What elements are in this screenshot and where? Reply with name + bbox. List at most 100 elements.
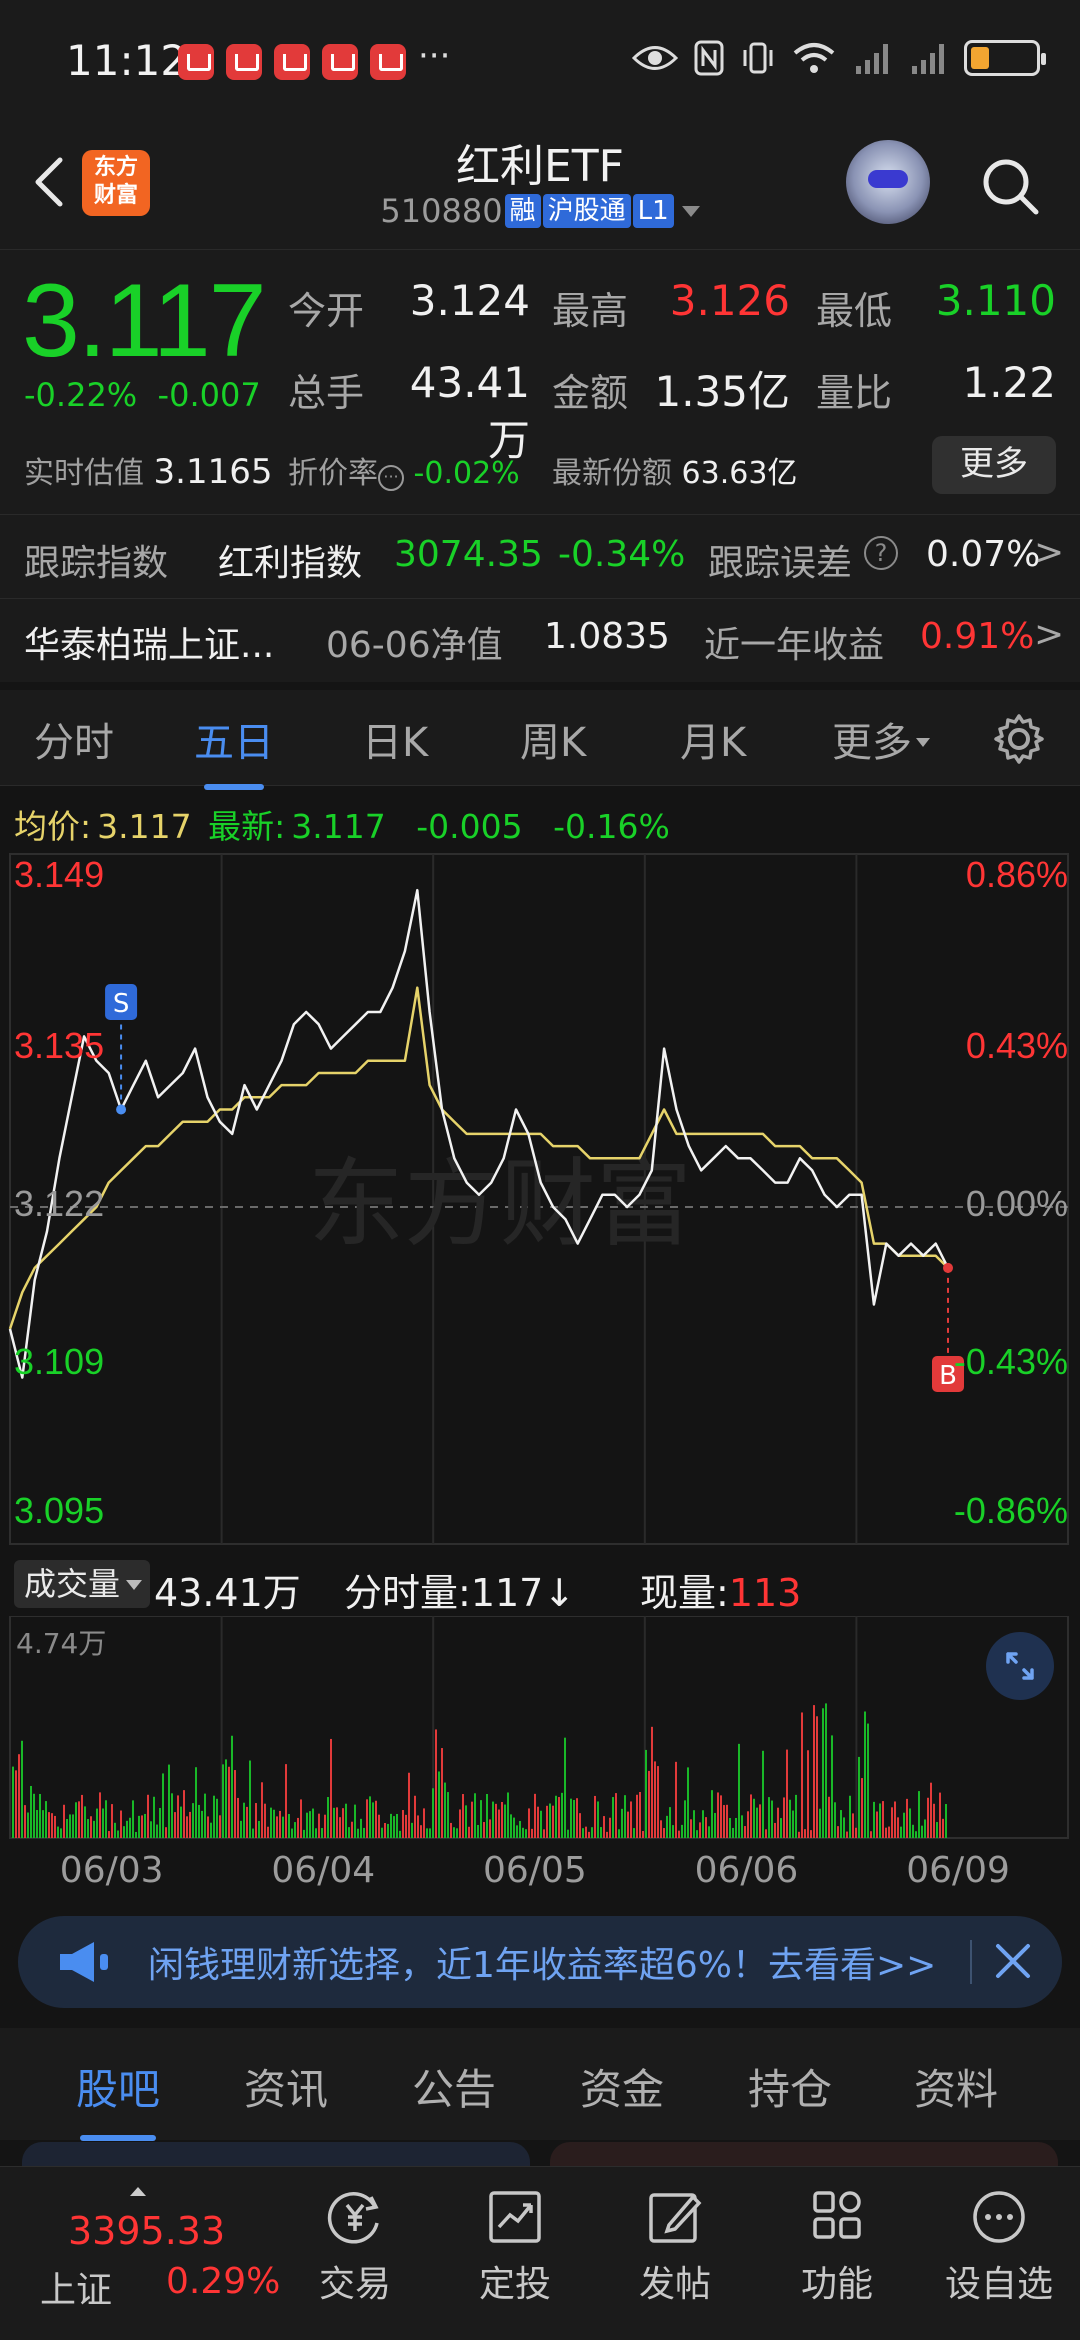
search-icon[interactable] bbox=[978, 154, 1042, 218]
volume-bar bbox=[291, 1828, 293, 1838]
volume-bar bbox=[681, 1824, 683, 1838]
tab-more-periods[interactable]: 更多 bbox=[832, 710, 930, 768]
tab-news[interactable]: 资讯 bbox=[244, 2056, 328, 2117]
volume-bar bbox=[702, 1810, 704, 1838]
volume-bar bbox=[375, 1800, 377, 1838]
invest-plan-button[interactable]: 定投 bbox=[440, 2187, 590, 2307]
volume-bar bbox=[927, 1797, 929, 1838]
volume-bar bbox=[558, 1797, 560, 1838]
tab-profile[interactable]: 资料 bbox=[914, 2056, 998, 2117]
volume-bar bbox=[510, 1814, 512, 1838]
volume-bar bbox=[210, 1822, 212, 1838]
help-icon[interactable]: ? bbox=[864, 536, 898, 570]
volume-chart[interactable] bbox=[0, 1616, 1080, 1840]
volume-bar bbox=[54, 1815, 56, 1838]
volume-bar bbox=[543, 1829, 545, 1838]
notification-icon bbox=[370, 44, 406, 80]
volume-bar bbox=[492, 1801, 494, 1838]
volume-bar bbox=[372, 1802, 374, 1838]
volume-bar bbox=[258, 1820, 260, 1838]
volume-bar bbox=[462, 1794, 464, 1838]
tab-announcements[interactable]: 公告 bbox=[412, 2056, 496, 2117]
indicator-selector[interactable]: 成交量 bbox=[14, 1560, 150, 1608]
volume-bar bbox=[24, 1805, 26, 1838]
volume-bar bbox=[147, 1794, 149, 1838]
volume-bar bbox=[201, 1810, 203, 1838]
volume-bar bbox=[642, 1831, 644, 1838]
latest-change: -0.005 bbox=[416, 807, 523, 846]
caret-down-icon bbox=[916, 738, 930, 754]
chart-info-line: 均价: 3.117 最新: 3.117 -0.005 -0.16% bbox=[14, 800, 670, 848]
add-watchlist-button[interactable]: 设自选 bbox=[924, 2187, 1074, 2307]
tab-monthly-k[interactable]: 月K bbox=[680, 710, 746, 768]
tracking-index-value: 3074.35 bbox=[394, 534, 543, 575]
volume-bar bbox=[744, 1826, 746, 1838]
close-icon[interactable] bbox=[990, 1938, 1036, 1984]
volume-bar bbox=[15, 1770, 17, 1838]
volume-bar bbox=[714, 1812, 716, 1838]
volume-bar bbox=[603, 1816, 605, 1838]
volume-bar bbox=[189, 1811, 191, 1838]
index-value: 3395.33 bbox=[68, 2209, 226, 2253]
volume-bar bbox=[171, 1793, 173, 1838]
connect-tag: 沪股通 bbox=[542, 194, 631, 228]
volume-bar bbox=[336, 1807, 338, 1838]
volume-bar bbox=[438, 1771, 440, 1838]
tab-forum[interactable]: 股吧 bbox=[76, 2056, 160, 2141]
volume-bar bbox=[468, 1826, 470, 1838]
volume-bar bbox=[885, 1827, 887, 1838]
volume-bar bbox=[621, 1808, 623, 1838]
caret-up-icon bbox=[130, 2179, 146, 2196]
volume-bar bbox=[549, 1803, 551, 1838]
discount: 折价率 ··· -0.02% bbox=[288, 456, 520, 491]
volume-bar bbox=[579, 1813, 581, 1838]
volume-bar bbox=[858, 1756, 860, 1838]
tracking-index-change: -0.34% bbox=[558, 534, 686, 575]
volume-bar bbox=[906, 1798, 908, 1838]
volume-bar bbox=[36, 1809, 38, 1838]
volume-bar bbox=[741, 1815, 743, 1838]
volume-bar bbox=[420, 1825, 422, 1838]
volume-bar bbox=[738, 1743, 740, 1838]
notification-icon bbox=[178, 44, 214, 80]
promo-banner[interactable]: 闲钱理财新选择，近1年收益率超6%！去看看>> bbox=[18, 1916, 1062, 2008]
annual-return-value: 0.91% bbox=[920, 616, 1035, 657]
post-button[interactable]: 发帖 bbox=[600, 2187, 750, 2307]
x-tick: 06/05 bbox=[483, 1850, 587, 1891]
latest-value: 3.117 bbox=[291, 807, 386, 846]
tab-weekly-k[interactable]: 周K bbox=[520, 710, 586, 768]
volume-bar bbox=[624, 1795, 626, 1838]
volume-bar bbox=[498, 1809, 500, 1838]
volume-bar bbox=[351, 1821, 353, 1838]
volume-bar bbox=[522, 1827, 524, 1838]
trade-button[interactable]: 交易 bbox=[280, 2187, 430, 2307]
high-value: 3.126 bbox=[669, 276, 790, 325]
tab-five-day[interactable]: 五日 bbox=[194, 710, 274, 790]
volume-bar bbox=[762, 1750, 764, 1838]
gear-icon[interactable] bbox=[992, 712, 1046, 766]
volume-bar bbox=[261, 1782, 263, 1838]
price-chart[interactable]: 东方财富SB bbox=[0, 850, 1080, 1550]
tab-intraday[interactable]: 分时 bbox=[34, 710, 114, 768]
status-time: 11:12 bbox=[66, 36, 188, 85]
volume-bar bbox=[408, 1772, 410, 1838]
tab-daily-k[interactable]: 日K bbox=[362, 710, 428, 768]
tab-funds-flow[interactable]: 资金 bbox=[580, 2056, 664, 2117]
volume-bar bbox=[822, 1708, 824, 1838]
volume-bar bbox=[426, 1828, 428, 1838]
assistant-robot-icon[interactable] bbox=[846, 140, 930, 224]
volume-bar bbox=[894, 1801, 896, 1838]
volume-bar bbox=[297, 1817, 299, 1838]
more-button[interactable]: 更多 bbox=[932, 436, 1056, 494]
y-tick-left: 3.149 bbox=[14, 854, 105, 895]
volume-bar bbox=[480, 1800, 482, 1838]
x-tick: 06/06 bbox=[694, 1850, 799, 1891]
volume-bar bbox=[699, 1822, 701, 1838]
tab-holdings[interactable]: 持仓 bbox=[748, 2056, 832, 2117]
volume-bar bbox=[84, 1806, 86, 1838]
volume-bar bbox=[48, 1812, 50, 1838]
avg-value: 3.117 bbox=[97, 807, 192, 846]
volume-bar bbox=[513, 1817, 515, 1838]
functions-button[interactable]: 功能 bbox=[762, 2187, 912, 2307]
expand-icon[interactable] bbox=[986, 1632, 1054, 1700]
